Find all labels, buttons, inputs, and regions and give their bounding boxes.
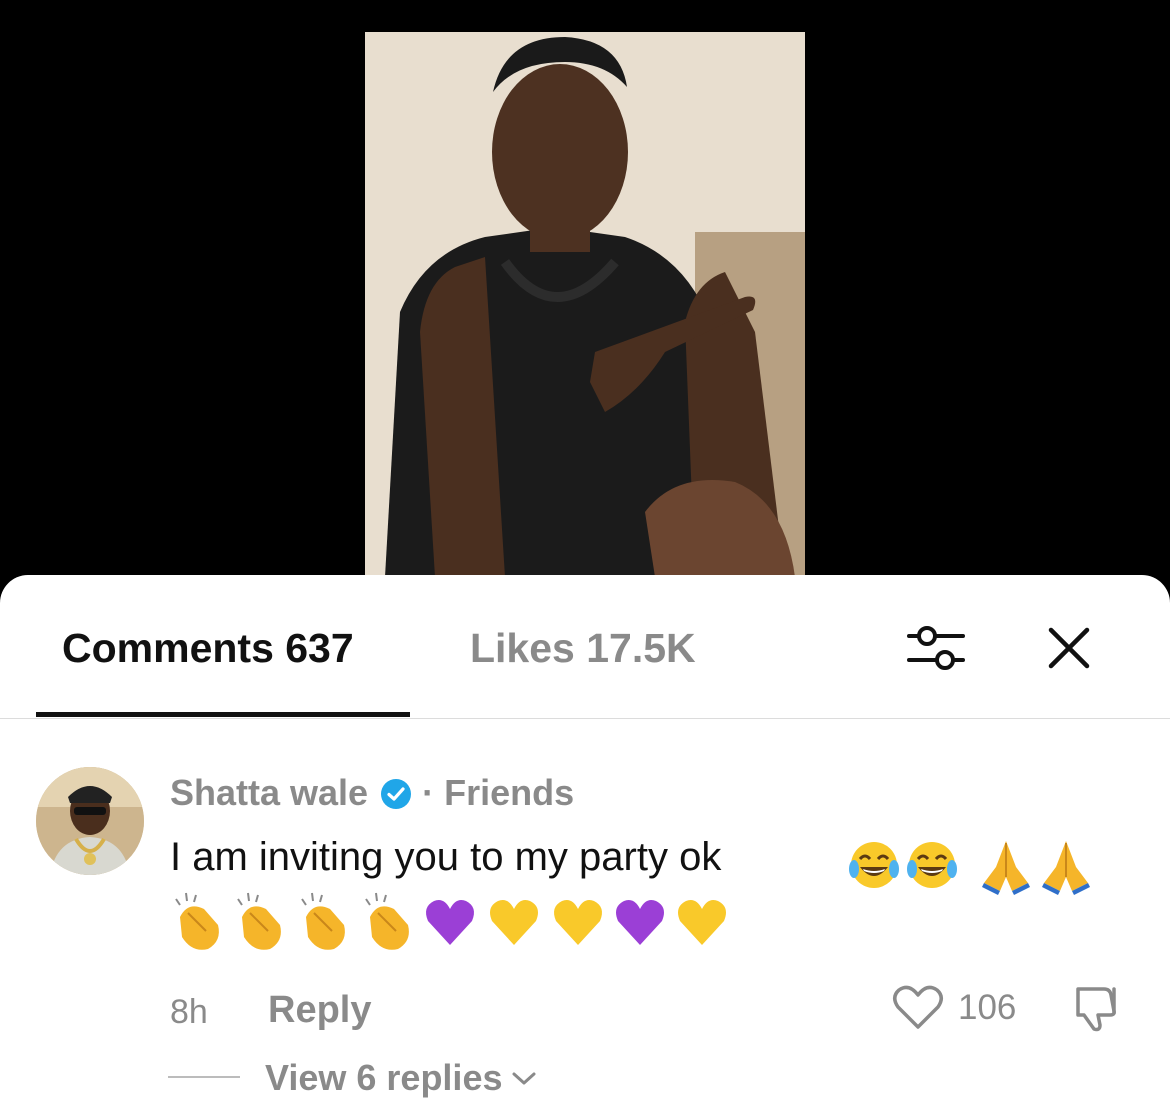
active-tab-indicator bbox=[36, 712, 410, 717]
clapping-hands-icon bbox=[175, 892, 219, 950]
comment-emojis-line1 bbox=[848, 835, 1094, 895]
tab-likes[interactable]: Likes 17.5K bbox=[470, 625, 696, 672]
sliders-icon bbox=[907, 626, 965, 670]
filter-button[interactable] bbox=[905, 622, 967, 674]
view-replies-label: View 6 replies bbox=[265, 1057, 503, 1098]
like-count: 106 bbox=[958, 988, 1017, 1027]
verified-badge-icon bbox=[380, 777, 412, 809]
username[interactable]: Shatta wale bbox=[170, 772, 368, 814]
clapping-hands-icon bbox=[301, 892, 345, 950]
tab-comments[interactable]: Comments 637 bbox=[62, 625, 354, 672]
close-button[interactable] bbox=[1043, 622, 1095, 674]
heart-icon bbox=[893, 985, 943, 1029]
face-with-tears-of-joy-icon bbox=[849, 842, 899, 888]
yellow-heart-icon bbox=[554, 900, 602, 945]
folded-hands-icon bbox=[982, 841, 1030, 895]
comment-time: 8h bbox=[170, 993, 208, 1031]
avatar[interactable] bbox=[36, 767, 144, 875]
face-with-tears-of-joy-icon bbox=[907, 842, 957, 888]
reply-button[interactable]: Reply bbox=[268, 989, 371, 1032]
avatar-image bbox=[36, 767, 144, 875]
comment-emojis-line2 bbox=[168, 885, 728, 955]
separator-dot: · bbox=[422, 772, 435, 813]
clapping-hands-icon bbox=[365, 892, 409, 950]
video-frame[interactable] bbox=[365, 32, 805, 577]
like-button[interactable]: 106 bbox=[892, 985, 1016, 1031]
dislike-button[interactable] bbox=[1070, 983, 1126, 1033]
comment-text: I am inviting you to my party ok bbox=[170, 835, 722, 879]
comments-sheet: Comments 637 Likes 17.5K Shatta wale · F… bbox=[0, 575, 1170, 1110]
clapping-hands-icon bbox=[237, 892, 281, 950]
folded-hands-icon bbox=[1042, 841, 1090, 895]
video-thumbnail bbox=[365, 32, 805, 577]
close-icon bbox=[1048, 627, 1090, 669]
chevron-down-icon bbox=[512, 1072, 536, 1085]
comment-header: Shatta wale · Friends bbox=[170, 772, 574, 814]
video-area[interactable] bbox=[0, 0, 1170, 600]
relation-label: Friends bbox=[444, 772, 575, 813]
yellow-heart-icon bbox=[490, 900, 538, 945]
thumbs-down-icon bbox=[1076, 987, 1116, 1032]
replies-divider bbox=[168, 1076, 240, 1078]
purple-heart-icon bbox=[616, 900, 664, 945]
purple-heart-icon bbox=[426, 900, 474, 945]
tab-bar: Comments 637 Likes 17.5K bbox=[0, 575, 1170, 719]
view-replies-button[interactable]: View 6 replies bbox=[265, 1057, 538, 1099]
yellow-heart-icon bbox=[678, 900, 726, 945]
